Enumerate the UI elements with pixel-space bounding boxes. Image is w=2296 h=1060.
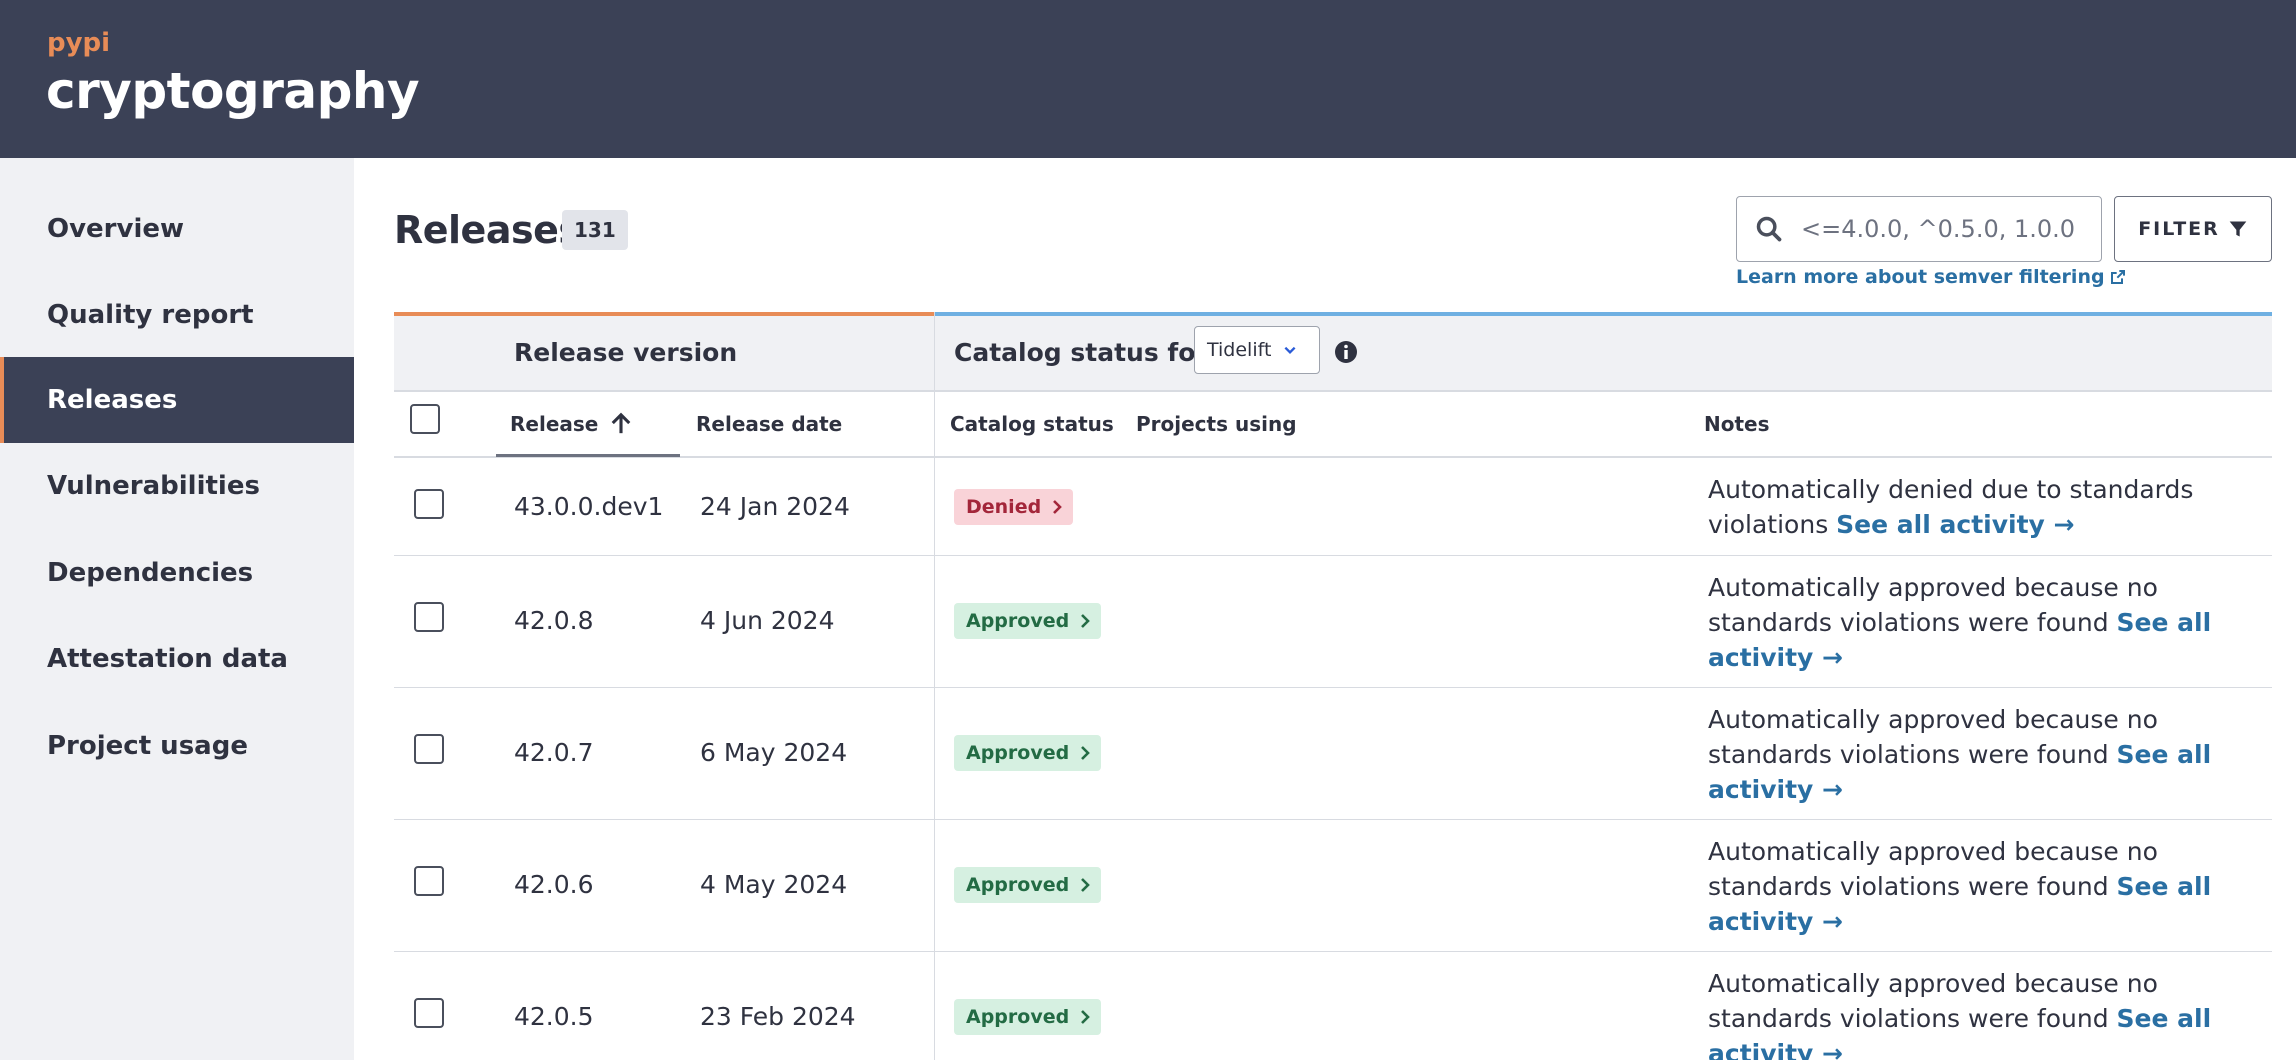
ecosystem-label: pypi <box>47 28 111 58</box>
app-header: pypi cryptography <box>0 0 2296 158</box>
group-header-release-version: Release version <box>514 338 738 367</box>
chevron-right-icon <box>1081 614 1091 628</box>
status-badge-label: Approved <box>966 742 1070 764</box>
release-date: 23 Feb 2024 <box>700 1002 856 1031</box>
status-badge-label: Denied <box>966 496 1042 518</box>
catalog-select[interactable]: Tidelift <box>1194 326 1320 374</box>
release-date: 4 Jun 2024 <box>700 606 835 635</box>
release-count-badge: 131 <box>562 210 628 250</box>
releases-table: Release version Catalog status for Tidel… <box>394 312 2272 1060</box>
status-badge-label: Approved <box>966 1006 1070 1028</box>
table-row: 42.0.6 4 May 2024 Approved Automatically… <box>394 820 2272 952</box>
chevron-right-icon <box>1081 878 1091 892</box>
release-date: 4 May 2024 <box>700 870 848 899</box>
release-version[interactable]: 42.0.6 <box>514 870 594 899</box>
chevron-right-icon <box>1053 500 1063 514</box>
column-catalog-status[interactable]: Catalog status <box>950 412 1114 436</box>
page-title: Releases <box>394 208 581 252</box>
row-notes: Automatically approved because no standa… <box>1708 966 2228 1060</box>
status-badge-label: Approved <box>966 874 1070 896</box>
row-checkbox[interactable] <box>414 866 444 896</box>
table-row: 42.0.7 6 May 2024 Approved Automatically… <box>394 688 2272 820</box>
row-checkbox[interactable] <box>414 734 444 764</box>
chevron-right-icon <box>1081 1010 1091 1024</box>
row-notes: Automatically approved because no standa… <box>1708 570 2228 675</box>
row-checkbox[interactable] <box>414 489 444 519</box>
sort-indicator <box>496 454 680 457</box>
filter-button-label: FILTER <box>2138 218 2220 240</box>
external-link-icon <box>2110 270 2125 284</box>
sidebar-item-attestation-data[interactable]: Attestation data <box>0 616 354 702</box>
release-group-accent <box>394 312 934 316</box>
note-text: Automatically approved because no standa… <box>1708 705 2158 769</box>
release-date: 6 May 2024 <box>700 738 848 767</box>
sidebar-item-releases[interactable]: Releases <box>0 357 354 443</box>
row-checkbox[interactable] <box>414 998 444 1028</box>
column-release[interactable]: Release <box>510 412 632 436</box>
semver-help-link[interactable]: Learn more about semver filtering <box>1736 266 2126 288</box>
semver-help-link-text: Learn more about semver filtering <box>1736 266 2105 288</box>
table-column-header: Release Release date Catalog status Proj… <box>394 392 2272 458</box>
chevron-down-icon <box>1284 346 1296 354</box>
status-badge[interactable]: Approved <box>954 603 1102 639</box>
sidebar-item-overview[interactable]: Overview <box>0 186 354 272</box>
table-group-header: Release version Catalog status for Tidel… <box>394 312 2272 392</box>
chevron-right-icon <box>1081 746 1091 760</box>
filter-icon <box>2229 221 2247 237</box>
sidebar-item-vulnerabilities[interactable]: Vulnerabilities <box>0 443 354 529</box>
release-version[interactable]: 42.0.8 <box>514 606 594 635</box>
row-checkbox[interactable] <box>414 602 444 632</box>
sidebar-item-project-usage[interactable]: Project usage <box>0 703 354 789</box>
arrow-up-icon <box>612 412 631 434</box>
status-badge[interactable]: Denied <box>954 489 1074 525</box>
sidebar-item-quality-report[interactable]: Quality report <box>0 272 354 358</box>
semver-search-input[interactable] <box>1801 215 2081 243</box>
release-version[interactable]: 42.0.7 <box>514 738 594 767</box>
note-text: Automatically approved because no standa… <box>1708 573 2158 637</box>
sidebar: Overview Quality report Releases Vulnera… <box>0 158 354 1060</box>
row-notes: Automatically approved because no standa… <box>1708 702 2228 807</box>
search-icon <box>1756 216 1782 242</box>
group-header-catalog-status: Catalog status for <box>954 338 1208 367</box>
package-title: cryptography <box>46 62 420 120</box>
catalog-group-accent <box>934 312 2272 316</box>
table-row: 43.0.0.dev1 24 Jan 2024 Denied Automatic… <box>394 458 2272 556</box>
column-release-date[interactable]: Release date <box>696 412 842 436</box>
row-notes: Automatically approved because no standa… <box>1708 834 2228 939</box>
semver-search[interactable] <box>1736 196 2102 262</box>
filter-button[interactable]: FILTER <box>2114 196 2272 262</box>
see-all-activity-link[interactable]: See all activity → <box>1836 510 2074 539</box>
sidebar-item-dependencies[interactable]: Dependencies <box>0 530 354 616</box>
column-projects-using[interactable]: Projects using <box>1136 412 1297 436</box>
note-text: Automatically approved because no standa… <box>1708 837 2158 901</box>
row-notes: Automatically denied due to standards vi… <box>1708 472 2228 542</box>
info-icon[interactable] <box>1334 340 1358 364</box>
status-badge[interactable]: Approved <box>954 999 1102 1035</box>
release-version[interactable]: 43.0.0.dev1 <box>514 492 663 521</box>
table-row: 42.0.8 4 Jun 2024 Approved Automatically… <box>394 556 2272 688</box>
main-content: Releases 131 FILTER Learn more about sem… <box>354 158 2296 1060</box>
status-badge-label: Approved <box>966 610 1070 632</box>
release-version[interactable]: 42.0.5 <box>514 1002 594 1031</box>
note-text: Automatically approved because no standa… <box>1708 969 2158 1033</box>
column-release-label: Release <box>510 412 599 436</box>
table-row: 42.0.5 23 Feb 2024 Approved Automaticall… <box>394 952 2272 1060</box>
column-notes: Notes <box>1704 412 1770 436</box>
select-all-checkbox[interactable] <box>410 404 440 434</box>
status-badge[interactable]: Approved <box>954 735 1102 771</box>
status-badge[interactable]: Approved <box>954 867 1102 903</box>
catalog-select-value: Tidelift <box>1207 339 1272 361</box>
release-date: 24 Jan 2024 <box>700 492 850 521</box>
